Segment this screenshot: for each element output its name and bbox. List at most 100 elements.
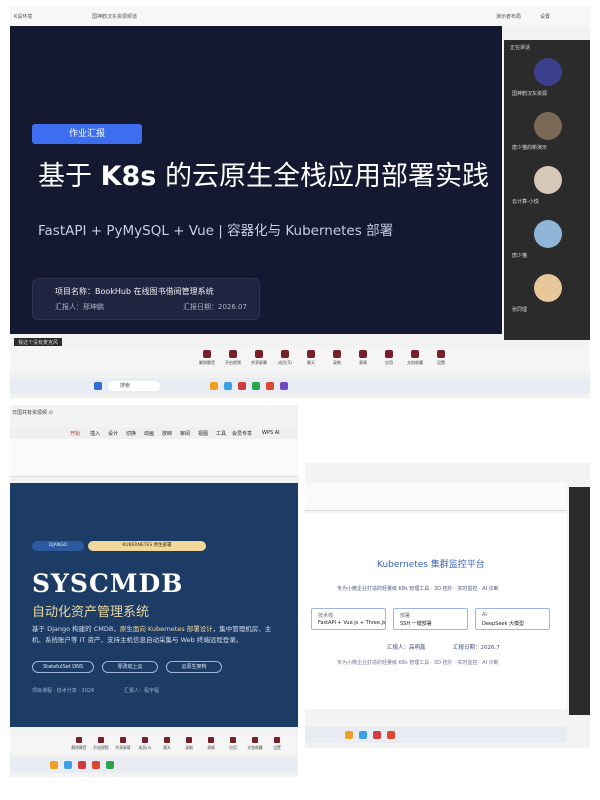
meeting-window: K设环境 国神鹤汉东资源频道 演示者布局 设置 作业汇报 基于 K8s 的云原生… xyxy=(10,6,590,398)
meeting-controls: 解除静音 开启视频 共享屏幕 成员(5) 聊天 录制 表情 应用 文档收藏 设置 xyxy=(10,346,590,372)
participant-name: 张同理 xyxy=(512,307,528,313)
ribbon-toolbar xyxy=(10,439,298,477)
docs-icon xyxy=(252,737,258,743)
tab-review[interactable]: 审阅 xyxy=(180,430,190,437)
pill-kubernetes: KUBERNETES 原生部署 xyxy=(88,541,206,551)
pill-django: DJANGO xyxy=(32,541,84,551)
feature-button: 云原生架构 xyxy=(166,661,222,673)
tab-transition[interactable]: 切换 xyxy=(126,430,136,437)
apps-icon xyxy=(230,737,236,743)
wps-icon[interactable] xyxy=(78,761,86,769)
tab-design[interactable]: 设计 xyxy=(108,430,118,437)
topbar-left-text: K设环境 xyxy=(14,14,33,20)
tab-start[interactable]: 开始 xyxy=(70,430,80,437)
meeting-controls: 解除静音 开启视频 共享屏幕 成员(5) 聊天 录制 表情 应用 文档收藏 设置 xyxy=(10,735,298,753)
slide-subtitle: 专为小微企业打造的轻量级 K8s 管理工具 · 3D 拓扑 · 实时监控 · A… xyxy=(337,586,499,592)
chrome-icon[interactable] xyxy=(92,761,100,769)
apps-button[interactable]: 应用 xyxy=(378,348,400,370)
app-icon[interactable] xyxy=(280,382,288,390)
taskbar xyxy=(305,727,567,743)
video-button[interactable]: 开启视频 xyxy=(92,736,110,752)
participant-name: 国神鹤汉东资源 xyxy=(512,91,548,97)
meeting-settings-button[interactable]: 设置 xyxy=(268,736,286,752)
wps-icon[interactable] xyxy=(238,382,246,390)
camera-icon xyxy=(229,350,237,358)
info-box: 技术栈 FastAPI + Vue.js + Three.js xyxy=(311,608,386,630)
chat-button[interactable]: 聊天 xyxy=(300,348,322,370)
chrome-icon[interactable] xyxy=(266,382,274,390)
emoji-button[interactable]: 表情 xyxy=(202,736,220,752)
folder-icon[interactable] xyxy=(50,761,58,769)
chat-button[interactable]: 聊天 xyxy=(158,736,176,752)
share-icon xyxy=(120,737,126,743)
folder-icon[interactable] xyxy=(345,731,353,739)
share-button[interactable]: 共享屏幕 xyxy=(248,348,270,370)
project-label: 项目名称：BookHub 在线图书借阅管理系统 xyxy=(55,287,214,296)
ribbon-toolbar xyxy=(305,483,567,511)
slide-k8s-monitor: Kubernetes 集群监控平台 专为小微企业打造的轻量级 K8s 管理工具 … xyxy=(305,513,567,709)
record-button[interactable]: 录制 xyxy=(326,348,348,370)
video-button[interactable]: 开启视频 xyxy=(222,348,244,370)
avatar xyxy=(534,112,562,140)
participant-tile[interactable]: 唐少猫的新演示 xyxy=(504,108,590,158)
record-button[interactable]: 录制 xyxy=(180,736,198,752)
emoji-icon xyxy=(359,350,367,358)
participant-name: 唐少猫的新演示 xyxy=(512,145,548,151)
meeting-name: 国神鹤汉东资源频道 xyxy=(92,14,138,20)
avatar xyxy=(534,274,562,302)
participant-tile[interactable]: 云计算-小悦 xyxy=(504,162,590,212)
edge-icon[interactable] xyxy=(64,761,72,769)
tab-view[interactable]: 视图 xyxy=(198,430,208,437)
app-icon[interactable] xyxy=(252,382,260,390)
mute-button[interactable]: 解除静音 xyxy=(70,736,88,752)
slide-title: SYSCMDB xyxy=(32,569,184,598)
slide-subtitle: FastAPI + PyMySQL + Vue | 容器化与 Kubernete… xyxy=(38,223,394,239)
avatar xyxy=(534,166,562,194)
share-button[interactable]: 共享屏幕 xyxy=(114,736,132,752)
wps-icon[interactable] xyxy=(373,731,381,739)
layout-button[interactable]: 演示者布局 xyxy=(496,13,521,20)
gear-icon xyxy=(437,350,445,358)
chat-icon xyxy=(164,737,170,743)
apps-button[interactable]: 应用 xyxy=(224,736,242,752)
slide-tag: 作业汇报 xyxy=(32,124,142,144)
members-button[interactable]: 成员(5) xyxy=(274,348,296,370)
slide-footer: 专为小微企业打造的轻量级 K8s 管理工具 · 3D 拓扑 · 实时监控 · A… xyxy=(337,660,499,666)
tab-member[interactable]: 会员专享 xyxy=(232,430,252,437)
members-icon xyxy=(281,350,289,358)
participant-tile[interactable]: 国神鹤汉东资源 xyxy=(504,54,590,104)
participants-panel xyxy=(569,487,590,715)
mute-button[interactable]: 解除静音 xyxy=(196,348,218,370)
info-box: AI DeepSeek 大模型 xyxy=(475,608,550,630)
chat-icon xyxy=(307,350,315,358)
settings-button[interactable]: 设置 xyxy=(540,13,550,20)
tab-insert[interactable]: 插入 xyxy=(90,430,100,437)
participants-panel: 正在讲话 国神鹤汉东资源 唐少猫的新演示 云计算-小悦 唐少猫 张同理 xyxy=(504,40,590,340)
tab-wps-ai[interactable]: WPS AI xyxy=(262,430,280,436)
members-button[interactable]: 成员(5) xyxy=(136,736,154,752)
taskbar-search[interactable]: 搜索 xyxy=(108,381,160,391)
tab-slideshow[interactable]: 放映 xyxy=(162,430,172,437)
app-icon[interactable] xyxy=(106,761,114,769)
participant-tile[interactable]: 唐少猫 xyxy=(504,216,590,266)
folder-icon[interactable] xyxy=(210,382,218,390)
wps-title: 日国共有资源频 ⊙ xyxy=(12,410,53,416)
gear-icon xyxy=(274,737,280,743)
participants-header: 正在讲话 xyxy=(510,45,531,51)
chrome-icon[interactable] xyxy=(387,731,395,739)
tab-tools[interactable]: 工具 xyxy=(216,430,226,437)
docs-button[interactable]: 文档收藏 xyxy=(404,348,426,370)
edge-icon[interactable] xyxy=(359,731,367,739)
emoji-button[interactable]: 表情 xyxy=(352,348,374,370)
docs-button[interactable]: 文档收藏 xyxy=(246,736,264,752)
record-icon xyxy=(333,350,341,358)
wps-window-left: 日国共有资源频 ⊙ 开始 插入 设计 切换 动画 放映 审阅 视图 工具 会员专… xyxy=(10,405,298,777)
meeting-settings-button[interactable]: 设置 xyxy=(430,348,452,370)
tab-animation[interactable]: 动画 xyxy=(144,430,154,437)
edge-icon[interactable] xyxy=(224,382,232,390)
meeting-topbar: K设环境 国神鹤汉东资源频道 演示者布局 设置 xyxy=(10,6,590,26)
emoji-icon xyxy=(208,737,214,743)
windows-icon[interactable] xyxy=(94,382,102,390)
participant-tile[interactable]: 张同理 xyxy=(504,270,590,320)
avatar xyxy=(534,58,562,86)
